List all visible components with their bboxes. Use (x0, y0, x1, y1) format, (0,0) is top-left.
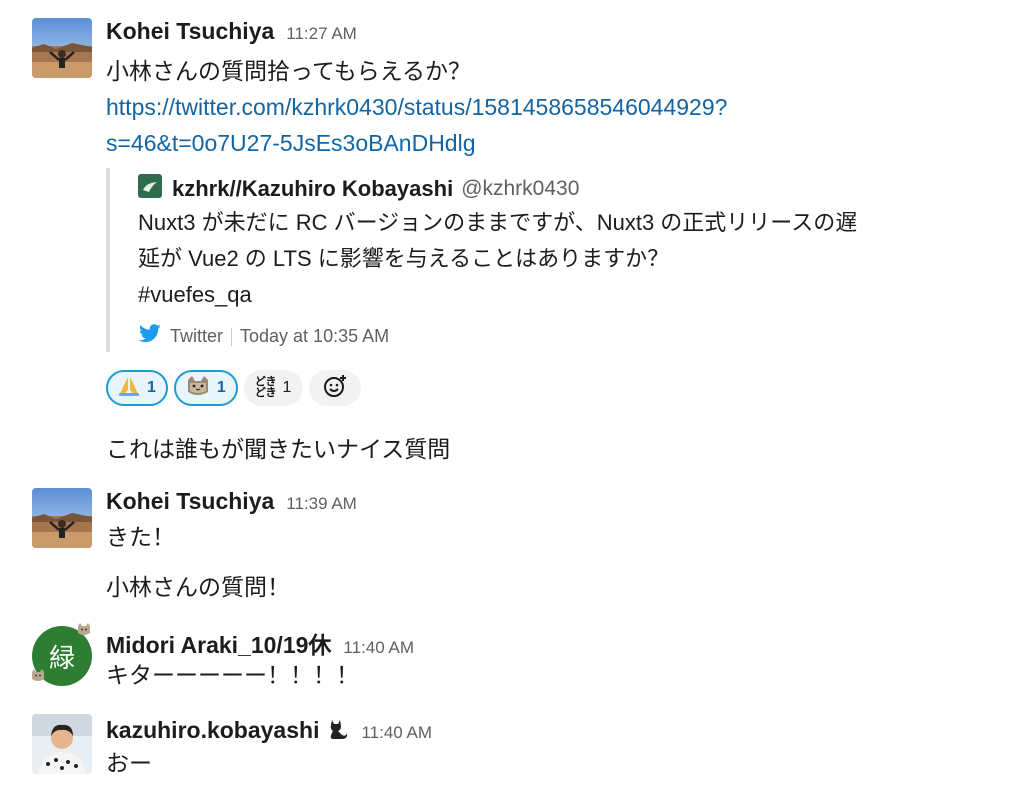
reaction-cat-face[interactable]: 1 (173, 370, 238, 406)
cat-sticker-icon (30, 668, 46, 689)
avatar-kohei-tsuchiya[interactable] (32, 18, 92, 78)
message-header: Kohei Tsuchiya 11:27 AM (106, 18, 357, 46)
reaction-count: 1 (216, 379, 226, 396)
unfurl-text-line-2: 延が Vue2 の LTS に影響を与えることはありますか？ (138, 246, 670, 271)
message-text: 小林さんの質問！ (106, 574, 290, 600)
message-header: Midori Araki_10/19休 11:40 AM (106, 626, 414, 658)
reaction-count: 1 (147, 379, 156, 396)
message-text: 小林さんの質問拾ってもらえるか？ (106, 58, 472, 84)
reaction-dokidoki[interactable]: どき どき 1 (243, 370, 304, 406)
reaction-count: 1 (282, 379, 292, 396)
reaction-folded-hands[interactable]: 1 (106, 370, 168, 406)
cat-face-icon (185, 374, 211, 403)
cat-sticker-icon (76, 622, 92, 643)
message-time[interactable]: 11:39 AM (286, 494, 357, 514)
black-cat-icon[interactable] (327, 717, 349, 746)
avatar-initial: 緑 (48, 642, 75, 673)
profile-thumb-icon (138, 174, 162, 203)
author-name[interactable]: Kohei Tsuchiya (106, 488, 274, 515)
unfurl-source[interactable]: Twitter (170, 326, 223, 347)
unfurl-timestamp[interactable]: Today at 10:35 AM (240, 326, 389, 347)
footer-divider (231, 327, 233, 346)
avatar-kohei-tsuchiya[interactable] (32, 488, 92, 548)
unfurl-hashtag[interactable]: #vuefes_qa (138, 280, 252, 310)
unfurl-header: kzhrk//Kazuhiro Kobayashi @kzhrk0430 (138, 174, 579, 203)
message-text: これは誰もが聞きたいナイス質問 (106, 436, 451, 462)
message-time[interactable]: 11:40 AM (361, 723, 432, 743)
message-time[interactable]: 11:40 AM (343, 638, 414, 658)
message-time[interactable]: 11:27 AM (286, 24, 357, 44)
message-text: おー (106, 750, 152, 776)
add-reaction-button[interactable] (309, 370, 362, 406)
message-feed: Kohei Tsuchiya 11:27 AM 小林さんの質問拾ってもらえるか？… (0, 0, 1016, 787)
message-text: キターーーーー！！！！ (106, 662, 359, 688)
message-text: きた！ (106, 524, 175, 550)
unfurl-footer: Twitter Today at 10:35 AM (138, 324, 389, 349)
author-name[interactable]: Kohei Tsuchiya (106, 18, 274, 45)
dokidoki-icon: どき どき (254, 376, 277, 399)
author-name[interactable]: kazuhiro.kobayashi (106, 717, 319, 744)
unfurl-text-line-1: Nuxt3 が未だに RC バージョンのままですが、Nuxt3 の正式リリースの… (138, 210, 858, 235)
tweet-link-line-1[interactable]: https://twitter.com/kzhrk0430/status/158… (106, 92, 727, 122)
reaction-bar: 1 1 どき どき 1 (106, 368, 362, 408)
add-emoji-icon (322, 373, 348, 404)
twitter-bird-icon (138, 324, 162, 349)
tweet-unfurl: kzhrk//Kazuhiro Kobayashi @kzhrk0430 Nux… (106, 168, 986, 352)
avatar-kazuhiro-kobayashi[interactable] (32, 714, 92, 774)
author-name[interactable]: Midori Araki_10/19休 (106, 626, 331, 660)
tweet-link-line-2[interactable]: s=46&t=0o7U27-5JsEs3oBAnDHdlg (106, 128, 476, 158)
unfurl-author[interactable]: kzhrk//Kazuhiro Kobayashi (172, 176, 453, 202)
folded-hands-icon (117, 374, 141, 403)
unfurl-handle[interactable]: @kzhrk0430 (461, 177, 579, 201)
message-header: Kohei Tsuchiya 11:39 AM (106, 488, 357, 516)
message-header: kazuhiro.kobayashi 11:40 AM (106, 714, 432, 744)
